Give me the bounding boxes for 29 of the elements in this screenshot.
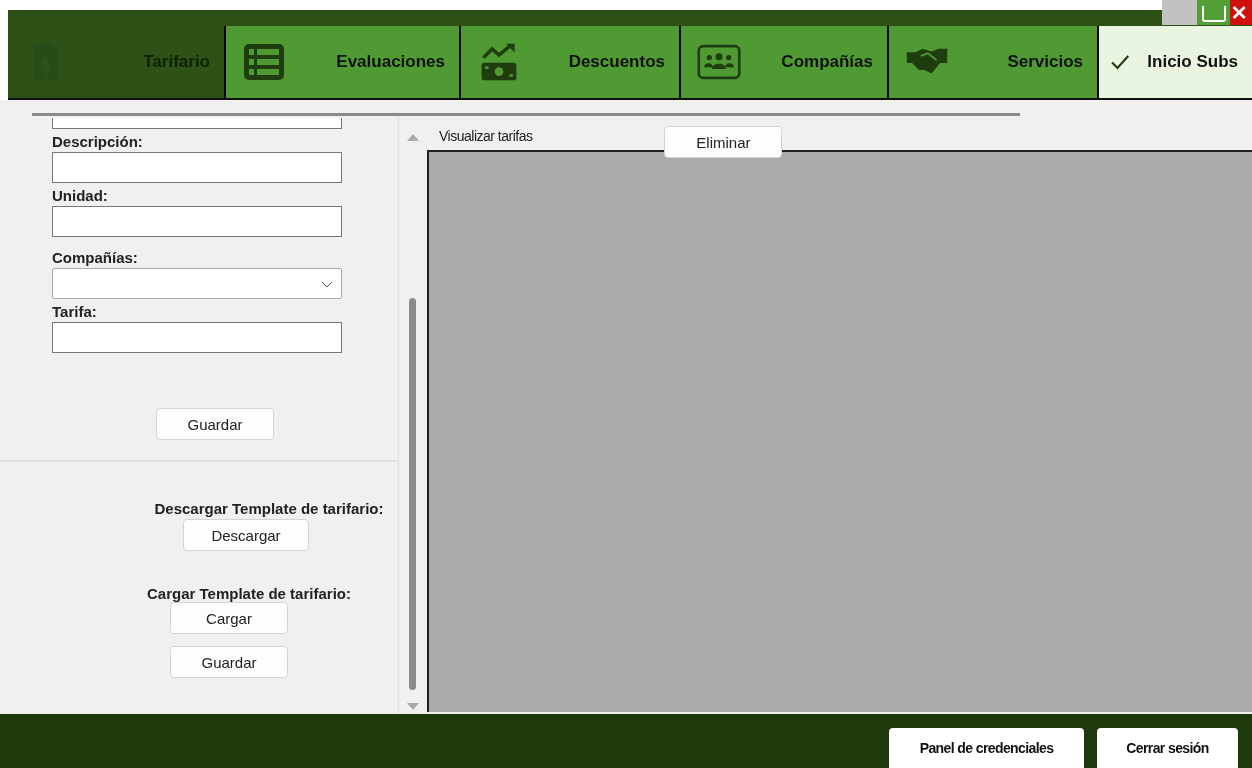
field-label: Unidad:: [52, 187, 109, 204]
field-label: Descripción:: [52, 133, 144, 150]
input-field[interactable]: [52, 118, 342, 129]
dropdown-field[interactable]: [52, 268, 342, 299]
list-icon: [242, 42, 286, 82]
save-button[interactable]: Guardar: [170, 646, 288, 678]
footer-button[interactable]: Cerrar sesión: [1097, 728, 1238, 768]
nav-tab[interactable]: Evaluaciones: [226, 26, 459, 98]
close-icon[interactable]: [1230, 0, 1252, 25]
upload-button[interactable]: Cargar: [170, 602, 288, 634]
chevron-icon: [321, 281, 333, 288]
field-label: Compañías:: [52, 249, 139, 266]
group-icon: [697, 42, 741, 82]
download-button[interactable]: Descargar: [183, 519, 309, 551]
field-label: Tarifa:: [52, 303, 98, 320]
nav-tab[interactable]: Servicios: [889, 26, 1097, 98]
footer-button[interactable]: Panel de credenciales: [889, 728, 1084, 768]
nav-tab[interactable]: Inicio Subs: [1099, 26, 1252, 98]
input-field[interactable]: [52, 322, 342, 353]
delete-button[interactable]: Eliminar: [664, 126, 783, 158]
input-field[interactable]: [52, 206, 342, 237]
maximize-icon[interactable]: [1197, 0, 1230, 25]
section-label: Cargar Template de tarifario:: [147, 585, 351, 602]
group-title: Visualizar tarifas: [439, 128, 533, 144]
nav-tab[interactable]: Descuentos: [461, 26, 679, 98]
save-button[interactable]: Guardar: [156, 408, 274, 440]
section-label: Descargar Template de tarifario:: [154, 500, 384, 517]
nav-tab[interactable]: Compañías: [681, 26, 887, 98]
input-field[interactable]: [52, 152, 342, 183]
